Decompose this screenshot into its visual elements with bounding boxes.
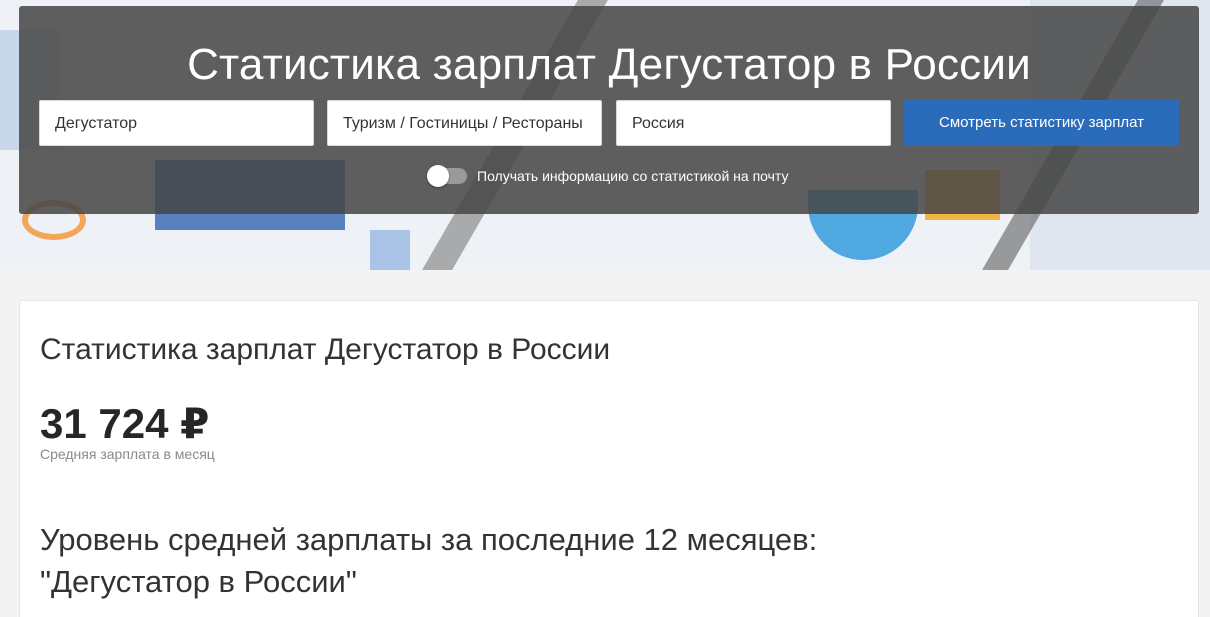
- view-salary-stats-button[interactable]: Смотреть статистику зарплат: [904, 100, 1179, 146]
- subscribe-toggle-row: Получать информацию со статистикой на по…: [427, 165, 789, 187]
- section-title-line1: Уровень средней зарплаты за последние 12…: [40, 522, 818, 557]
- hero-panel: Статистика зарплат Дегустатор в России Д…: [19, 6, 1199, 214]
- subscribe-label: Получать информацию со статистикой на по…: [477, 168, 789, 184]
- section-title-line2: "Дегустатор в России": [40, 564, 357, 599]
- page-title: Статистика зарплат Дегустатор в России: [187, 40, 1031, 89]
- section-title: Уровень средней зарплаты за последние 12…: [40, 519, 940, 603]
- card-title: Статистика зарплат Дегустатор в России: [40, 333, 611, 366]
- region-input[interactable]: Россия: [616, 100, 891, 146]
- toggle-knob: [427, 165, 449, 187]
- subscribe-toggle[interactable]: [427, 165, 467, 187]
- industry-select[interactable]: Туризм / Гостиницы / Рестораны: [327, 100, 602, 146]
- average-salary-value: 31 724 ₽: [40, 400, 210, 447]
- average-salary-caption: Средняя зарплата в месяц: [40, 446, 215, 462]
- salary-card: Статистика зарплат Дегустатор в России 3…: [19, 300, 1199, 617]
- profession-input[interactable]: Дегустатор: [39, 100, 314, 146]
